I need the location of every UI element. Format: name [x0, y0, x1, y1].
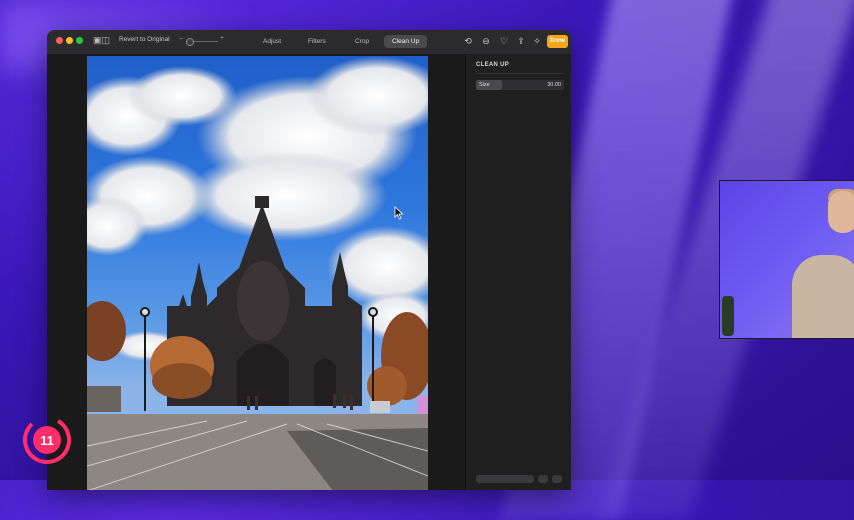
- zoom-out-icon[interactable]: –: [179, 35, 183, 42]
- cathedral-window: [237, 261, 289, 341]
- panel-title: CLEAN UP: [476, 62, 510, 68]
- magic-icon[interactable]: ✧: [532, 36, 542, 46]
- share-icon[interactable]: ⇪: [516, 36, 526, 46]
- divider: [476, 73, 564, 74]
- logo-text: 11: [40, 433, 54, 448]
- clean-up-panel: CLEAN UP Size 30.00: [465, 54, 571, 490]
- mouse-cursor-icon: [394, 206, 404, 220]
- zoom-knob[interactable]: [186, 38, 194, 46]
- channel-logo-icon: 11: [22, 416, 71, 464]
- cathedral-photo[interactable]: [87, 56, 428, 490]
- revert-to-original-button[interactable]: Revert to Original: [119, 36, 170, 43]
- presenter-head: [828, 191, 854, 233]
- maximize-window-button[interactable]: [76, 37, 83, 44]
- sidebar-toggle-icon[interactable]: ▣◫: [93, 35, 110, 46]
- panel-bottom-button[interactable]: [538, 475, 548, 483]
- heart-icon[interactable]: ♡: [499, 36, 509, 46]
- zoom-in-icon[interactable]: +: [220, 35, 224, 42]
- zoom-slider[interactable]: – +: [179, 35, 225, 46]
- size-label: Size: [479, 82, 490, 88]
- photo-scene: [87, 56, 428, 490]
- autumn-tree: [152, 363, 212, 399]
- photo-canvas[interactable]: [47, 54, 465, 490]
- tab-crop[interactable]: Crop: [347, 35, 377, 48]
- panel-bottom-button[interactable]: [552, 475, 562, 483]
- gatehouse: [87, 386, 121, 412]
- cloud: [187, 151, 387, 241]
- cathedral-doorway: [314, 358, 336, 406]
- webcam-overlay: [719, 180, 854, 339]
- rotate-icon[interactable]: ⟲: [463, 36, 473, 46]
- tab-adjust[interactable]: Adjust: [255, 35, 289, 48]
- close-window-button[interactable]: [56, 37, 63, 44]
- info-icon[interactable]: ⊖: [481, 36, 491, 46]
- photos-window: ▣◫ Revert to Original – + Adjust Filters…: [47, 30, 571, 490]
- minimize-window-button[interactable]: [66, 37, 73, 44]
- plant: [722, 296, 734, 336]
- tab-clean-up[interactable]: Clean Up: [384, 35, 428, 48]
- size-slider[interactable]: Size 30.00: [476, 80, 564, 90]
- done-button[interactable]: Done: [547, 35, 568, 48]
- size-value: 30.00: [547, 82, 561, 88]
- presenter-body: [792, 255, 854, 338]
- car: [370, 401, 390, 413]
- window-toolbar: ▣◫ Revert to Original – + Adjust Filters…: [47, 30, 571, 55]
- cathedral-doorway: [237, 343, 289, 406]
- pink-object: [417, 396, 427, 414]
- tab-filters[interactable]: Filters: [300, 35, 334, 48]
- panel-bottom-control[interactable]: [476, 475, 534, 483]
